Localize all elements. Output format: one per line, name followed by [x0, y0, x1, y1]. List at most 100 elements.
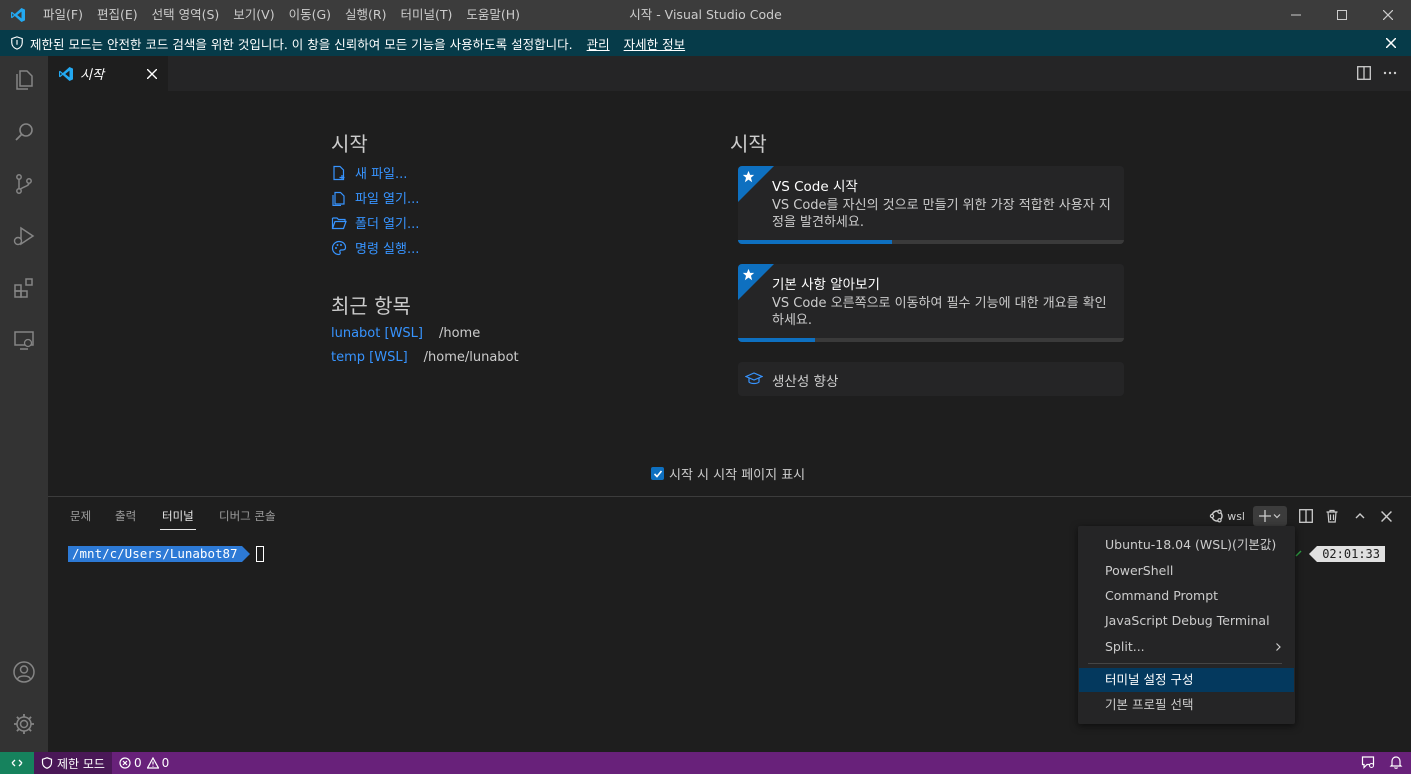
prompt-path: /mnt/c/Users/Lunabot87 [68, 546, 242, 562]
split-submenu[interactable]: Split... [1078, 635, 1295, 659]
configure-terminal-settings[interactable]: 터미널 설정 구성 [1079, 668, 1294, 692]
menu-edit[interactable]: 편집(E) [90, 0, 145, 30]
open-folder-link[interactable]: 폴더 열기... [331, 213, 419, 232]
extensions-icon [14, 278, 33, 298]
tab-terminal[interactable]: 터미널 [162, 508, 194, 524]
menu-view[interactable]: 보기(V) [226, 0, 281, 30]
recent-item[interactable]: lunabot [WSL] /home [331, 326, 480, 341]
close-window-button[interactable] [1365, 0, 1411, 30]
explorer-button[interactable] [0, 56, 48, 104]
select-default-profile[interactable]: 기본 프로필 선택 [1078, 693, 1295, 717]
close-panel-button[interactable] [1375, 506, 1397, 526]
new-file-label: 새 파일... [355, 167, 408, 182]
mortarboard-icon [745, 372, 763, 385]
close-icon [1386, 38, 1396, 48]
split-editor-button[interactable] [1355, 64, 1373, 82]
palette-icon [331, 240, 347, 255]
walkthroughs-heading: 시작 [730, 132, 767, 156]
walkthrough-title: VS Code 시작 [772, 179, 858, 195]
manage-button[interactable] [0, 700, 48, 748]
menu-help[interactable]: 도움말(H) [459, 0, 527, 30]
terminal-clock-segment: 02:01:33 [1295, 546, 1385, 562]
close-icon [147, 69, 157, 79]
walkthrough-description: VS Code 오른쪽으로 이동하여 필수 기능에 대한 개요를 확인하세요. [772, 296, 1107, 328]
banner-message: 제한된 모드는 안전한 코드 검색을 위한 것입니다. 이 창을 신뢰하여 모든… [30, 36, 573, 52]
tab-label: 시작 [80, 68, 104, 83]
ubuntu-icon [1210, 509, 1223, 523]
profile-js-debug-terminal[interactable]: JavaScript Debug Terminal [1078, 609, 1295, 633]
notifications-button[interactable] [1389, 755, 1403, 772]
show-on-startup-checkbox[interactable] [651, 467, 664, 480]
banner-manage-link[interactable]: 관리 [587, 34, 610, 53]
accounts-button[interactable] [0, 648, 48, 696]
kill-terminal-button[interactable] [1321, 506, 1343, 526]
open-folder-label: 폴더 열기... [355, 217, 420, 232]
walkthrough-progress [738, 338, 1124, 342]
tab-problems[interactable]: 문제 [70, 508, 91, 524]
tab-close-button[interactable] [144, 66, 160, 82]
run-debug-button[interactable] [0, 212, 48, 260]
warning-count: 0 [161, 756, 170, 770]
remote-explorer-button[interactable] [0, 316, 48, 364]
walkthrough-card-productivity[interactable]: 생산성 향상 [738, 362, 1124, 396]
problems-indicator[interactable]: 0 0 [112, 752, 176, 774]
run-command-label: 명령 실행... [355, 242, 420, 257]
menu-go[interactable]: 이동(G) [282, 0, 338, 30]
profile-command-prompt[interactable]: Command Prompt [1078, 584, 1295, 608]
terminal-profile-label: wsl [1227, 509, 1245, 523]
terminal-prompt[interactable]: /mnt/c/Users/Lunabot87 [68, 546, 264, 562]
extensions-button[interactable] [0, 264, 48, 312]
tab-output[interactable]: 출력 [115, 508, 136, 524]
shield-icon [41, 757, 53, 769]
terminal-cursor [255, 546, 264, 562]
split-terminal-button[interactable] [1295, 506, 1317, 526]
menu-bar: 파일(F) 편집(E) 선택 영역(S) 보기(V) 이동(G) 실행(R) 터… [36, 0, 527, 30]
restricted-mode-indicator[interactable]: 제한 모드 [34, 752, 112, 774]
feedback-button[interactable] [1361, 755, 1375, 772]
chevron-right-icon [1276, 643, 1281, 651]
banner-more-info-link[interactable]: 자세한 정보 [624, 34, 685, 53]
search-icon [15, 123, 33, 141]
profile-ubuntu[interactable]: Ubuntu-18.04 (WSL)(기본값) [1078, 533, 1295, 557]
welcome-page: 시작 새 파일... 파일 열기... 폴더 열기... 명령 실행... 최근… [48, 91, 1411, 496]
remote-icon [11, 759, 23, 767]
gear-icon [14, 714, 34, 734]
open-file-icon [332, 191, 345, 206]
files-icon [16, 70, 33, 90]
maximize-panel-button[interactable] [1349, 506, 1371, 526]
title-bar: 파일(F) 편집(E) 선택 영역(S) 보기(V) 이동(G) 실행(R) 터… [0, 0, 1411, 30]
source-control-button[interactable] [0, 160, 48, 208]
tab-debug-console[interactable]: 디버그 콘솔 [219, 508, 276, 524]
search-button[interactable] [0, 108, 48, 156]
warning-icon [146, 757, 159, 769]
profile-powershell[interactable]: PowerShell [1078, 559, 1295, 583]
new-terminal-button[interactable] [1253, 506, 1287, 526]
vscode-logo-icon [59, 66, 73, 81]
editor-tab-bar: 시작 [48, 56, 1411, 91]
folder-icon [331, 216, 347, 229]
recent-name[interactable]: temp [WSL] [331, 350, 408, 365]
show-on-startup-label: 시작 시 시작 페이지 표시 [669, 468, 806, 483]
menu-selection[interactable]: 선택 영역(S) [145, 0, 227, 30]
new-file-link[interactable]: 새 파일... [331, 163, 407, 182]
maximize-button[interactable] [1319, 0, 1365, 30]
open-file-link[interactable]: 파일 열기... [331, 188, 419, 207]
minimize-button[interactable] [1273, 0, 1319, 30]
walkthrough-card-get-started[interactable]: VS Code 시작 VS Code를 자신의 것으로 만들기 위한 가장 적합… [738, 166, 1124, 244]
chevron-up-icon [1355, 513, 1365, 519]
walkthrough-description: VS Code를 자신의 것으로 만들기 위한 가장 적합한 사용자 지정을 발… [772, 198, 1111, 230]
remote-explorer-icon [14, 331, 34, 350]
tab-welcome[interactable]: 시작 [48, 56, 168, 91]
recent-name[interactable]: lunabot [WSL] [331, 326, 423, 341]
remote-indicator-button[interactable] [0, 752, 34, 774]
walkthrough-card-fundamentals[interactable]: 기본 사항 알아보기 VS Code 오른쪽으로 이동하여 필수 기능에 대한 … [738, 264, 1124, 342]
menu-run[interactable]: 실행(R) [338, 0, 393, 30]
menu-terminal[interactable]: 터미널(T) [394, 0, 460, 30]
start-heading: 시작 [331, 132, 368, 156]
terminal-profile-selector[interactable]: wsl [1209, 506, 1249, 526]
recent-item[interactable]: temp [WSL] /home/lunabot [331, 350, 519, 365]
more-actions-button[interactable] [1381, 64, 1399, 82]
run-command-link[interactable]: 명령 실행... [331, 238, 419, 257]
menu-file[interactable]: 파일(F) [36, 0, 90, 30]
banner-close-button[interactable] [1383, 35, 1399, 51]
